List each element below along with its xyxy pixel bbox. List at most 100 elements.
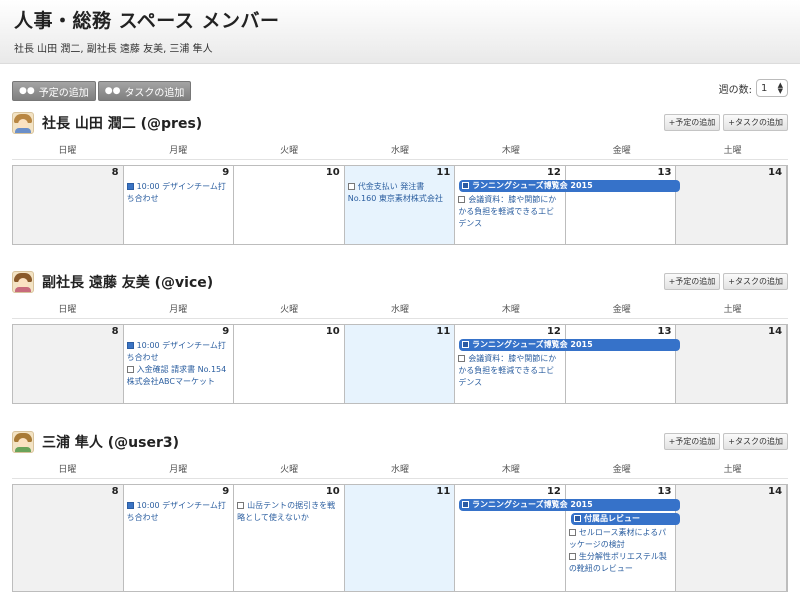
multi-day-event-bar[interactable]: ランニングシューズ博覧会 2015: [459, 180, 680, 192]
day-number: 10: [325, 486, 340, 497]
weekday-wed: 水曜: [391, 146, 410, 156]
calendar-icon: [574, 515, 581, 522]
avatar: [12, 271, 34, 293]
day-number: 14: [768, 167, 783, 178]
checkbox-icon[interactable]: [126, 366, 134, 373]
task-item[interactable]: 会議資料：膝や関節にかかる負担を軽減できるエビデンス: [458, 194, 558, 230]
checkbox-icon[interactable]: [568, 553, 576, 560]
weekday-wed: 水曜: [391, 465, 410, 475]
multi-day-event-bar[interactable]: ランニングシューズ博覧会 2015: [459, 499, 680, 511]
calendar-icon: [126, 183, 134, 190]
event-title: ランニングシューズ博覧会 2015: [472, 340, 593, 349]
calendar-event[interactable]: 10:00 デザインチーム打ち合わせ: [126, 500, 227, 524]
calendar-event[interactable]: 10:00 デザインチーム打ち合わせ: [126, 181, 227, 205]
multi-day-event-bar[interactable]: ランニングシューズ博覧会 2015: [459, 339, 680, 351]
add-task-small-button[interactable]: +タスクの追加: [723, 433, 788, 450]
weekday-sun: 日曜: [58, 146, 77, 156]
day-cell[interactable]: 12 会議資料：膝や関節にかかる負担を軽減できるエビデンス: [455, 166, 566, 244]
day-cell[interactable]: 10 山岳テントの据引きを戦略として使えないか: [234, 485, 345, 591]
weekday-sat: 土曜: [723, 146, 742, 156]
week-grid: 8 9 10:00 デザインチーム打ち合わせ 10 山岳テントの据引きを戦略とし…: [12, 484, 788, 592]
task-text: 山岳テントの据引きを戦略として使えないか: [237, 501, 336, 522]
day-number: 13: [657, 486, 672, 497]
task-item[interactable]: 会議資料：膝や関節にかかる負担を軽減できるエビデンス: [458, 353, 558, 389]
weekday-thu: 木曜: [501, 146, 520, 156]
day-cell[interactable]: 14: [676, 325, 788, 403]
day-number: 11: [436, 486, 451, 497]
member-list: 社長 山田 潤二, 副社長 遠藤 友美, 三浦 隼人: [14, 44, 213, 55]
users-icon: ●●: [104, 86, 121, 96]
checkbox-icon[interactable]: [347, 183, 355, 190]
event-bar[interactable]: 付属品レビュー: [571, 513, 680, 525]
user-name: 社長 山田 潤二 (@pres): [42, 116, 203, 132]
day-cell-today[interactable]: 11 代金支払い 発注書 No.160 東京素材株式会社: [344, 166, 456, 244]
calendar-icon: [462, 341, 469, 348]
add-task-small-button[interactable]: +タスクの追加: [723, 114, 788, 131]
task-item[interactable]: 代金支払い 発注書 No.160 東京素材株式会社: [347, 181, 453, 205]
day-cell[interactable]: 10: [234, 325, 345, 403]
day-cell[interactable]: 13: [566, 166, 677, 244]
checkbox-icon[interactable]: [568, 529, 576, 536]
day-cell[interactable]: 8: [13, 166, 124, 244]
user-section-user3: 三浦 隼人 (@user3) +予定の追加 +タスクの追加 日曜 月曜 火曜 水…: [12, 431, 788, 592]
toolbar: ●● 予定の追加 ●● タスクの追加 週の数: 1 ▲ ▼: [12, 78, 788, 101]
day-number: 8: [111, 167, 119, 178]
add-task-small-button[interactable]: +タスクの追加: [723, 273, 788, 290]
user-actions: +予定の追加 +タスクの追加: [661, 114, 788, 131]
add-schedule-small-button[interactable]: +予定の追加: [663, 114, 721, 131]
weekday-header: 日曜 月曜 火曜 水曜 木曜 金曜 土曜: [12, 143, 788, 160]
day-cell[interactable]: 8: [13, 325, 124, 403]
checkbox-icon[interactable]: [458, 196, 466, 203]
task-item[interactable]: セルロース素材によるパッケージの検討: [568, 527, 669, 551]
weeks-value: 1: [761, 82, 768, 94]
user-name: 三浦 隼人 (@user3): [42, 435, 179, 451]
weekday-sat: 土曜: [723, 465, 742, 475]
user-actions: +予定の追加 +タスクの追加: [661, 433, 788, 450]
event-title: 付属品レビュー: [584, 514, 640, 523]
task-text: 会議資料：膝や関節にかかる負担を軽減できるエビデンス: [458, 354, 557, 387]
weekday-thu: 木曜: [501, 465, 520, 475]
day-cell[interactable]: 14: [676, 166, 788, 244]
calendar-event[interactable]: 10:00 デザインチーム打ち合わせ: [126, 340, 227, 364]
week-grid: 8 9 10:00 デザインチーム打ち合わせ 入金確認 請求書 No.154 株…: [12, 324, 788, 404]
event-text: 10:00 デザインチーム打ち合わせ: [126, 182, 226, 203]
day-cell[interactable]: 14: [676, 485, 788, 591]
select-arrows-icon: ▲ ▼: [777, 81, 783, 95]
avatar: [12, 431, 34, 453]
add-schedule-button[interactable]: ●● 予定の追加: [12, 81, 96, 101]
checkbox-icon[interactable]: [237, 502, 245, 509]
day-cell[interactable]: 13: [566, 325, 677, 403]
event-text: 10:00 デザインチーム打ち合わせ: [126, 341, 226, 362]
day-number: 12: [546, 326, 561, 337]
user-name: 副社長 遠藤 友美 (@vice): [42, 275, 214, 291]
day-cell[interactable]: 8: [13, 485, 124, 591]
task-item[interactable]: 生分解性ポリエステル製の靴紐のレビュー: [568, 551, 669, 575]
users-icon: ●●: [19, 86, 35, 96]
day-cell-today[interactable]: 11: [344, 485, 456, 591]
add-schedule-small-button[interactable]: +予定の追加: [663, 433, 721, 450]
event-title: ランニングシューズ博覧会 2015: [472, 181, 593, 190]
day-cell-today[interactable]: 11: [344, 325, 456, 403]
day-cell[interactable]: 9 10:00 デザインチーム打ち合わせ 入金確認 請求書 No.154 株式会…: [124, 325, 235, 403]
page-title: 人事・総務 スペース メンバー: [14, 10, 280, 32]
day-cell[interactable]: 12 会議資料：膝や関節にかかる負担を軽減できるエビデンス: [455, 325, 566, 403]
task-text: 代金支払い 発注書 No.160 東京素材株式会社: [347, 182, 443, 203]
user-header: 社長 山田 潤二 (@pres) +予定の追加 +タスクの追加: [12, 112, 788, 134]
task-text: セルロース素材によるパッケージの検討: [568, 528, 667, 549]
day-number: 13: [657, 326, 672, 337]
task-item[interactable]: 山岳テントの据引きを戦略として使えないか: [237, 500, 337, 524]
checkbox-icon[interactable]: [458, 355, 466, 362]
add-schedule-small-button[interactable]: +予定の追加: [663, 273, 721, 290]
day-cell[interactable]: 9 10:00 デザインチーム打ち合わせ: [124, 166, 235, 244]
day-number: 10: [325, 167, 340, 178]
day-cell[interactable]: 10: [234, 166, 345, 244]
day-number: 11: [436, 326, 451, 337]
weekday-header: 日曜 月曜 火曜 水曜 木曜 金曜 土曜: [12, 462, 788, 479]
weekday-sun: 日曜: [58, 305, 77, 315]
task-item[interactable]: 入金確認 請求書 No.154 株式会社ABCマーケット: [126, 364, 227, 388]
weekday-sun: 日曜: [58, 465, 77, 475]
add-task-button[interactable]: ●● タスクの追加: [97, 81, 192, 101]
weekday-fri: 金曜: [612, 465, 631, 475]
weeks-select[interactable]: 1 ▲ ▼: [756, 79, 788, 97]
day-cell[interactable]: 9 10:00 デザインチーム打ち合わせ: [124, 485, 235, 591]
